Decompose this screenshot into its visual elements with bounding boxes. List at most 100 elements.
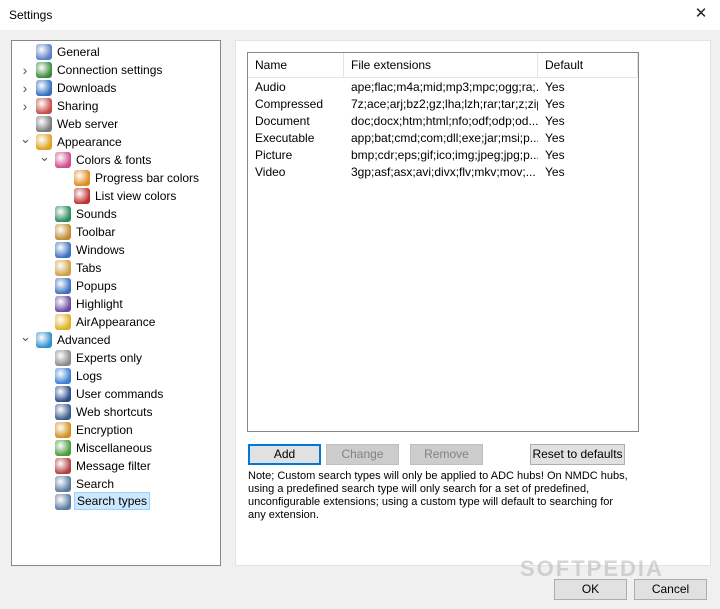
row-extensions: 7z;ace;arj;bz2;gz;lha;lzh;rar;tar;z;zip	[351, 97, 538, 111]
chevron-down-icon[interactable]: ⌄	[20, 132, 31, 151]
tree-item[interactable]: Tabs	[39, 259, 212, 277]
advanced-gear-icon	[36, 332, 52, 348]
tree-item-label: List view colors	[95, 189, 177, 203]
tree-item-label: Web shortcuts	[76, 405, 153, 419]
tree-item-label: Sounds	[76, 207, 117, 221]
progress-colors-icon	[74, 170, 90, 186]
tree-item[interactable]: General	[20, 43, 212, 61]
tree-item[interactable]: Message filter	[39, 457, 212, 475]
row-default: Yes	[545, 131, 565, 145]
speaker-icon	[55, 206, 71, 222]
tree-item[interactable]: › Sharing	[20, 97, 212, 115]
row-extensions: ape;flac;m4a;mid;mp3;mpc;ogg;ra;...	[351, 80, 538, 94]
search-types-list[interactable]: Name File extensions Default Audio ape;fl…	[247, 52, 639, 432]
tree-item-label: Progress bar colors	[95, 171, 200, 185]
title-bar: Settings ✕	[0, 0, 720, 30]
list-row[interactable]: Executable app;bat;cmd;com;dll;exe;jar;ms…	[248, 130, 638, 147]
remove-button[interactable]: Remove	[410, 444, 483, 465]
tree-item[interactable]: Logs	[39, 367, 212, 385]
tree-item[interactable]: Highlight	[39, 295, 212, 313]
user-commands-icon	[55, 386, 71, 402]
user-icon	[36, 44, 52, 60]
message-filter-icon	[55, 458, 71, 474]
row-extensions: app;bat;cmd;com;dll;exe;jar;msi;p...	[351, 131, 538, 145]
tree-item[interactable]: Web shortcuts	[39, 403, 212, 421]
row-name: Document	[255, 114, 310, 128]
list-row[interactable]: Video 3gp;asf;asx;avi;divx;flv;mkv;mov;..…	[248, 164, 638, 181]
tree-item-label: Highlight	[76, 297, 123, 311]
tree-item-label: General	[57, 45, 100, 59]
tree-item[interactable]: User commands	[39, 385, 212, 403]
tree-item-label: Tabs	[76, 261, 102, 275]
palette-icon	[36, 134, 52, 150]
sharing-icon	[36, 98, 52, 114]
tree-item[interactable]: › Downloads	[20, 79, 212, 97]
tree-item-label: Downloads	[57, 81, 117, 95]
search-icon	[55, 476, 71, 492]
tree-item[interactable]: Windows	[39, 241, 212, 259]
air-appearance-icon	[55, 314, 71, 330]
logs-icon	[55, 368, 71, 384]
tree-item[interactable]: AirAppearance	[39, 313, 212, 331]
tree-item[interactable]: Miscellaneous	[39, 439, 212, 457]
gears-icon	[55, 350, 71, 366]
tree-item-label: Windows	[76, 243, 125, 257]
tree-item[interactable]: Sounds	[39, 205, 212, 223]
chevron-right-icon[interactable]: ›	[20, 61, 30, 79]
list-row[interactable]: Compressed 7z;ace;arj;bz2;gz;lha;lzh;rar;…	[248, 96, 638, 113]
column-header-extensions[interactable]: File extensions	[344, 53, 538, 77]
reset-to-defaults-button[interactable]: Reset to defaults	[530, 444, 625, 465]
ok-button[interactable]: OK	[554, 579, 627, 600]
window-title: Settings	[9, 8, 53, 22]
colors-icon	[55, 152, 71, 168]
tree-item[interactable]: Experts only	[39, 349, 212, 367]
list-row[interactable]: Audio ape;flac;m4a;mid;mp3;mpc;ogg;ra;...…	[248, 79, 638, 96]
tree-item[interactable]: Search	[39, 475, 212, 493]
search-types-icon	[55, 494, 71, 510]
row-default: Yes	[545, 148, 565, 162]
tree-item-label: AirAppearance	[76, 315, 156, 329]
chevron-right-icon[interactable]: ›	[20, 97, 30, 115]
tree-item-label: Sharing	[57, 99, 99, 113]
row-name: Executable	[255, 131, 315, 145]
tree-item[interactable]: List view colors	[58, 187, 212, 205]
list-header: Name File extensions Default	[248, 53, 638, 78]
tree-item[interactable]: ⌄ Advanced	[20, 330, 212, 349]
tree-item[interactable]: Popups	[39, 277, 212, 295]
tree-item-label: Connection settings	[57, 63, 163, 77]
chevron-right-icon[interactable]: ›	[20, 79, 30, 97]
tree-item-label: Message filter	[76, 459, 151, 473]
chevron-down-icon[interactable]: ⌄	[39, 150, 50, 169]
tree-item-label: Miscellaneous	[76, 441, 153, 455]
column-header-name[interactable]: Name	[248, 53, 344, 77]
tree-item[interactable]: Web server	[20, 115, 212, 133]
change-button[interactable]: Change	[326, 444, 399, 465]
column-header-default[interactable]: Default	[538, 53, 638, 77]
tree-item[interactable]: Progress bar colors	[58, 169, 212, 187]
close-icon[interactable]: ✕	[692, 5, 710, 23]
tree-item-label: Web server	[57, 117, 119, 131]
lock-icon	[55, 422, 71, 438]
tree-item-label: Logs	[76, 369, 103, 383]
cancel-button[interactable]: Cancel	[634, 579, 707, 600]
pencil-icon	[55, 440, 71, 456]
web-server-icon	[36, 116, 52, 132]
tree-item[interactable]: ⌄ Colors & fonts	[39, 150, 212, 169]
toolbar-icon	[55, 224, 71, 240]
settings-tree[interactable]: General › Connection settings › Downloads › Sh…	[11, 40, 221, 566]
add-button[interactable]: Add	[248, 444, 321, 465]
globe-download-icon	[36, 80, 52, 96]
tree-item[interactable]: › Connection settings	[20, 61, 212, 79]
tree-item[interactable]: Toolbar	[39, 223, 212, 241]
row-extensions: 3gp;asf;asx;avi;divx;flv;mkv;mov;...	[351, 165, 536, 179]
chevron-down-icon[interactable]: ⌄	[20, 330, 31, 349]
tree-item[interactable]: Search types	[39, 492, 212, 511]
tree-item-label: Popups	[76, 279, 117, 293]
note-text: Note; Custom search types will only be a…	[248, 470, 628, 521]
tree-item[interactable]: Encryption	[39, 421, 212, 439]
list-row[interactable]: Document doc;docx;htm;html;nfo;odf;odp;od…	[248, 113, 638, 130]
window-icon	[55, 242, 71, 258]
popup-icon	[55, 278, 71, 294]
list-row[interactable]: Picture bmp;cdr;eps;gif;ico;img;jpeg;jpg;…	[248, 147, 638, 164]
row-default: Yes	[545, 97, 565, 111]
